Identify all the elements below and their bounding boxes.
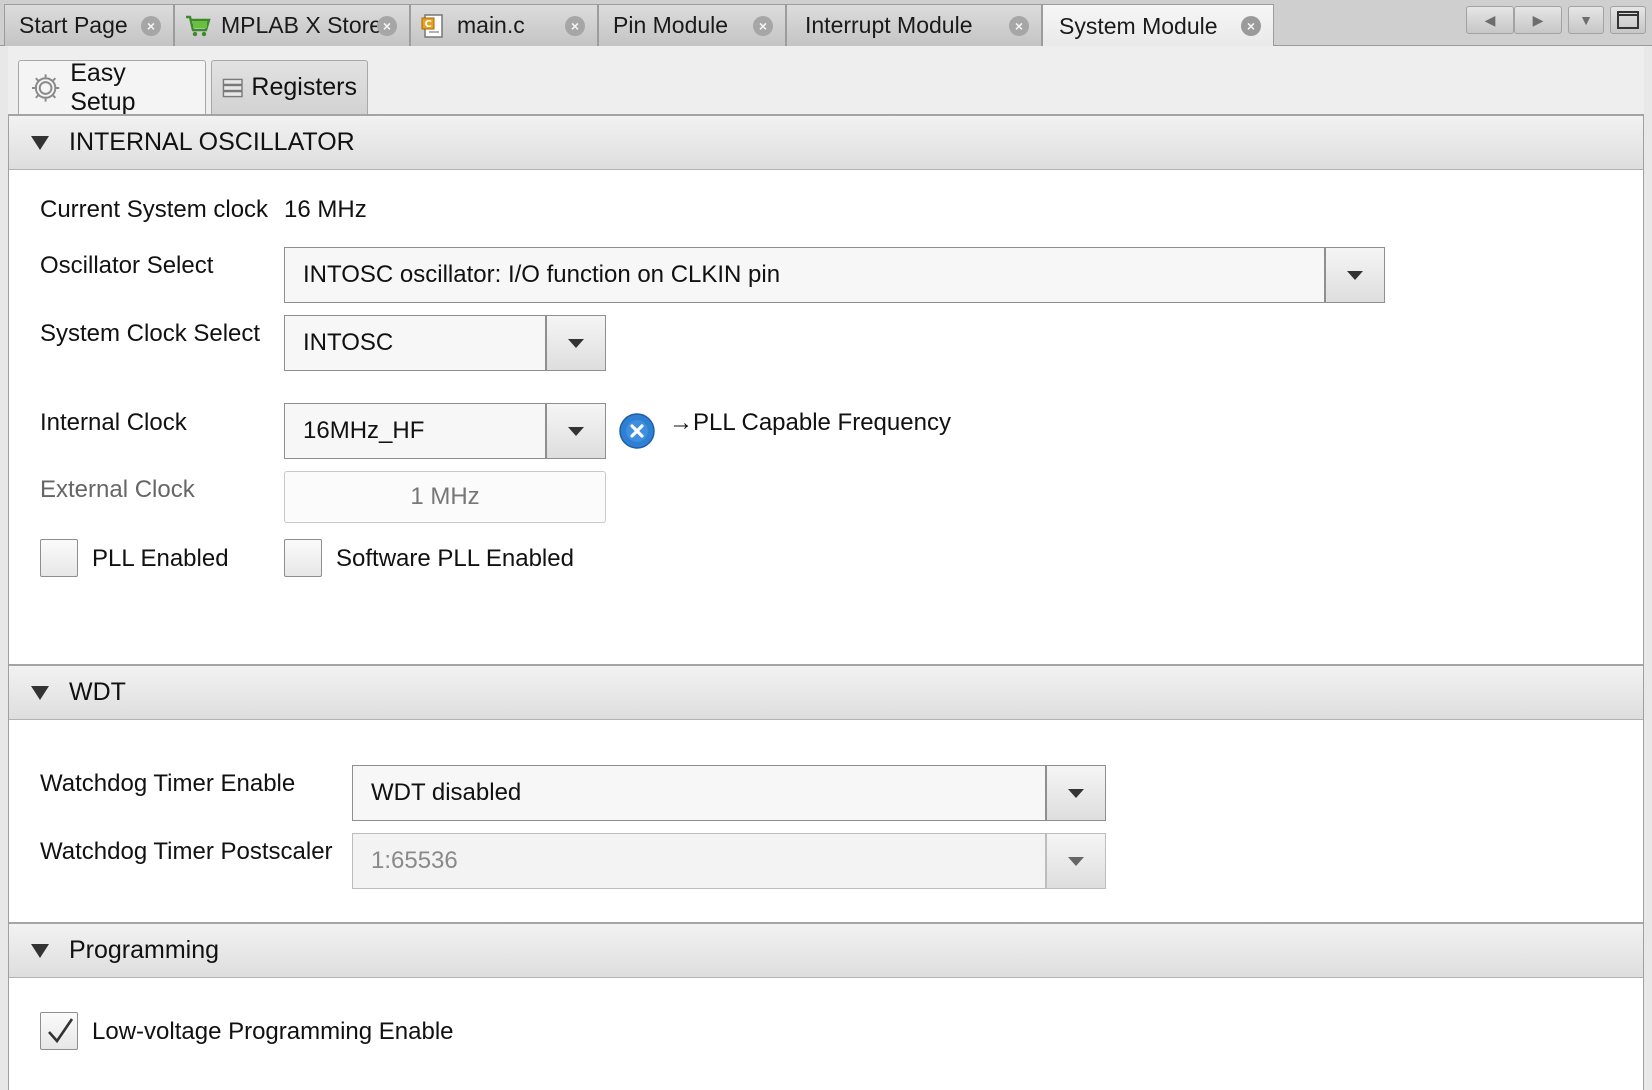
pll-capable-frequency-text: →PLL Capable Frequency (669, 409, 951, 436)
tab-pin-module[interactable]: Pin Module × (598, 4, 786, 46)
system-clock-select-value: INTOSC (285, 316, 545, 370)
oscillator-select-value: INTOSC oscillator: I/O function on CLKIN… (285, 248, 1324, 302)
tab-navigation: ◀ ▶ ▼ (1466, 6, 1652, 36)
internal-clock-label: Internal Clock (40, 409, 187, 436)
tab-label: MPLAB X Store (221, 12, 383, 38)
dropdown-arrow-button[interactable] (1045, 834, 1105, 888)
close-icon[interactable]: × (1241, 16, 1261, 36)
internal-oscillator-header[interactable]: INTERNAL OSCILLATOR (9, 114, 1643, 170)
tab-system-module[interactable]: System Module × (1042, 4, 1274, 47)
section-title: INTERNAL OSCILLATOR (69, 128, 355, 156)
chevron-down-icon (568, 338, 584, 348)
collapse-triangle-icon (31, 135, 49, 150)
gear-icon (31, 74, 60, 102)
watchdog-timer-enable-value: WDT disabled (353, 766, 1045, 820)
scroll-tabs-right-button[interactable]: ▶ (1514, 6, 1562, 34)
current-system-clock-value: 16 MHz (284, 196, 367, 223)
chevron-down-icon (568, 426, 584, 436)
external-clock-field[interactable]: 1 MHz (284, 471, 606, 523)
tab-interrupt-module[interactable]: Interrupt Module × (786, 4, 1042, 46)
tab-label: Start Page (19, 12, 128, 38)
low-voltage-programming-checkbox[interactable] (40, 1012, 78, 1050)
tab-list-dropdown-button[interactable]: ▼ (1568, 6, 1604, 34)
watchdog-timer-postscaler-label: Watchdog Timer Postscaler (40, 838, 333, 865)
oscillator-select-label: Oscillator Select (40, 252, 214, 279)
tab-label: System Module (1059, 12, 1218, 39)
system-clock-select-label: System Clock Select (40, 320, 261, 347)
collapse-triangle-icon (31, 943, 49, 958)
tab-easy-setup[interactable]: Easy Setup (18, 59, 206, 116)
tab-mplab-x-store[interactable]: MPLAB X Store × (174, 4, 410, 46)
oscillator-select-dropdown[interactable]: INTOSC oscillator: I/O function on CLKIN… (284, 247, 1385, 303)
chevron-down-icon (1347, 270, 1363, 280)
tab-label: Easy Setup (70, 59, 136, 116)
editor-tab-strip: Start Page × MPLAB X Store × C main.c × … (0, 0, 1652, 47)
internal-clock-dropdown[interactable]: 16MHz_HF (284, 403, 606, 459)
dropdown-arrow-button[interactable] (1045, 766, 1105, 820)
pll-enabled-checkbox[interactable] (40, 539, 78, 577)
dropdown-arrow-button[interactable] (1324, 248, 1384, 302)
section-title: Programming (69, 936, 220, 964)
section-title: WDT (69, 678, 126, 706)
close-icon[interactable]: × (565, 16, 585, 36)
chevron-down-icon (1068, 856, 1084, 866)
tab-label: Pin Module (613, 12, 729, 38)
watchdog-timer-enable-dropdown[interactable]: WDT disabled (352, 765, 1106, 821)
tab-registers[interactable]: Registers (211, 60, 368, 114)
svg-text:C: C (425, 19, 432, 30)
software-pll-enabled-label: Software PLL Enabled (336, 545, 574, 572)
scroll-tabs-left-button[interactable]: ◀ (1466, 6, 1514, 34)
watchdog-timer-enable-label: Watchdog Timer Enable (40, 770, 296, 797)
software-pll-enabled-checkbox[interactable] (284, 539, 322, 577)
close-icon[interactable]: × (1009, 16, 1029, 36)
chevron-down-icon (1068, 788, 1084, 798)
tab-label: Interrupt Module (805, 12, 973, 38)
pll-enabled-label: PLL Enabled (92, 545, 229, 572)
view-tab-bar: Easy Setup Registers (8, 46, 1644, 116)
system-clock-select-dropdown[interactable]: INTOSC (284, 315, 606, 371)
info-x-icon (619, 413, 655, 449)
registers-icon (222, 78, 243, 97)
tab-label: main.c (457, 12, 525, 38)
close-icon[interactable]: × (753, 16, 773, 36)
maximize-icon (1617, 11, 1639, 29)
checkmark-icon (48, 1018, 74, 1044)
close-icon[interactable]: × (141, 16, 161, 36)
tab-main-c[interactable]: C main.c × (410, 4, 598, 46)
cart-icon (186, 15, 211, 36)
maximize-window-button[interactable] (1610, 6, 1646, 34)
tab-label: Registers (251, 73, 357, 101)
current-system-clock-label: Current System clock (40, 196, 269, 223)
c-file-icon: C (421, 13, 443, 38)
wdt-header[interactable]: WDT (9, 664, 1643, 720)
close-icon[interactable]: × (377, 16, 397, 36)
watchdog-timer-postscaler-dropdown[interactable]: 1:65536 (352, 833, 1106, 889)
easy-setup-panel: INTERNAL OSCILLATOR Current System clock… (8, 114, 1644, 1090)
programming-header[interactable]: Programming (9, 922, 1643, 978)
collapse-triangle-icon (31, 685, 49, 700)
external-clock-label: External Clock (40, 476, 195, 503)
watchdog-timer-postscaler-value: 1:65536 (353, 834, 1045, 888)
dropdown-arrow-button[interactable] (545, 404, 605, 458)
tab-start-page[interactable]: Start Page × (4, 4, 174, 46)
low-voltage-programming-label: Low-voltage Programming Enable (92, 1018, 454, 1045)
dropdown-arrow-button[interactable] (545, 316, 605, 370)
internal-clock-value: 16MHz_HF (285, 404, 545, 458)
